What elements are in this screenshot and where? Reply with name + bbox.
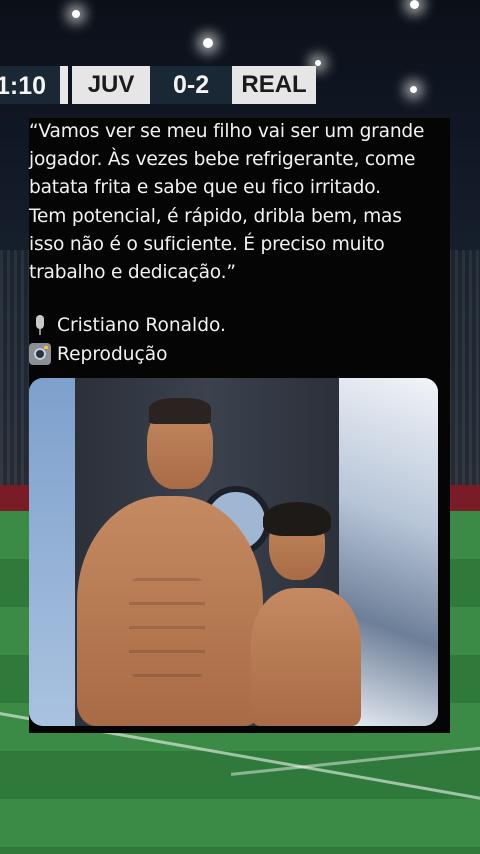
microphone-icon bbox=[29, 314, 51, 336]
scoreboard: 1:10 JUV 0-2 REAL bbox=[0, 66, 317, 104]
match-score: 0-2 bbox=[150, 66, 233, 104]
stadium-light bbox=[410, 86, 417, 93]
stadium-light bbox=[72, 10, 80, 18]
photo-wall bbox=[29, 378, 75, 726]
stadium-light bbox=[410, 0, 419, 9]
man-hair bbox=[149, 398, 211, 424]
away-team: REAL bbox=[232, 66, 317, 104]
author-line: Cristiano Ronaldo. bbox=[29, 314, 226, 336]
quote-text: “Vamos ver se meu filho vai ser um grand… bbox=[29, 121, 425, 284]
stadium-light bbox=[203, 38, 213, 48]
scoreboard-strip bbox=[60, 66, 69, 104]
boy-figure bbox=[251, 588, 361, 726]
abs-detail bbox=[129, 578, 205, 678]
quote-card: “Vamos ver se meu filho vai ser um grand… bbox=[29, 118, 450, 733]
photo-credit-line: Reprodução bbox=[29, 343, 168, 365]
author-name: Cristiano Ronaldo. bbox=[57, 314, 226, 336]
photo-credit: Reprodução bbox=[57, 343, 168, 365]
match-time: 1:10 bbox=[0, 66, 61, 104]
camera-icon bbox=[29, 343, 51, 365]
boy-hair bbox=[263, 502, 331, 536]
home-team: JUV bbox=[72, 66, 151, 104]
photo bbox=[29, 378, 438, 726]
